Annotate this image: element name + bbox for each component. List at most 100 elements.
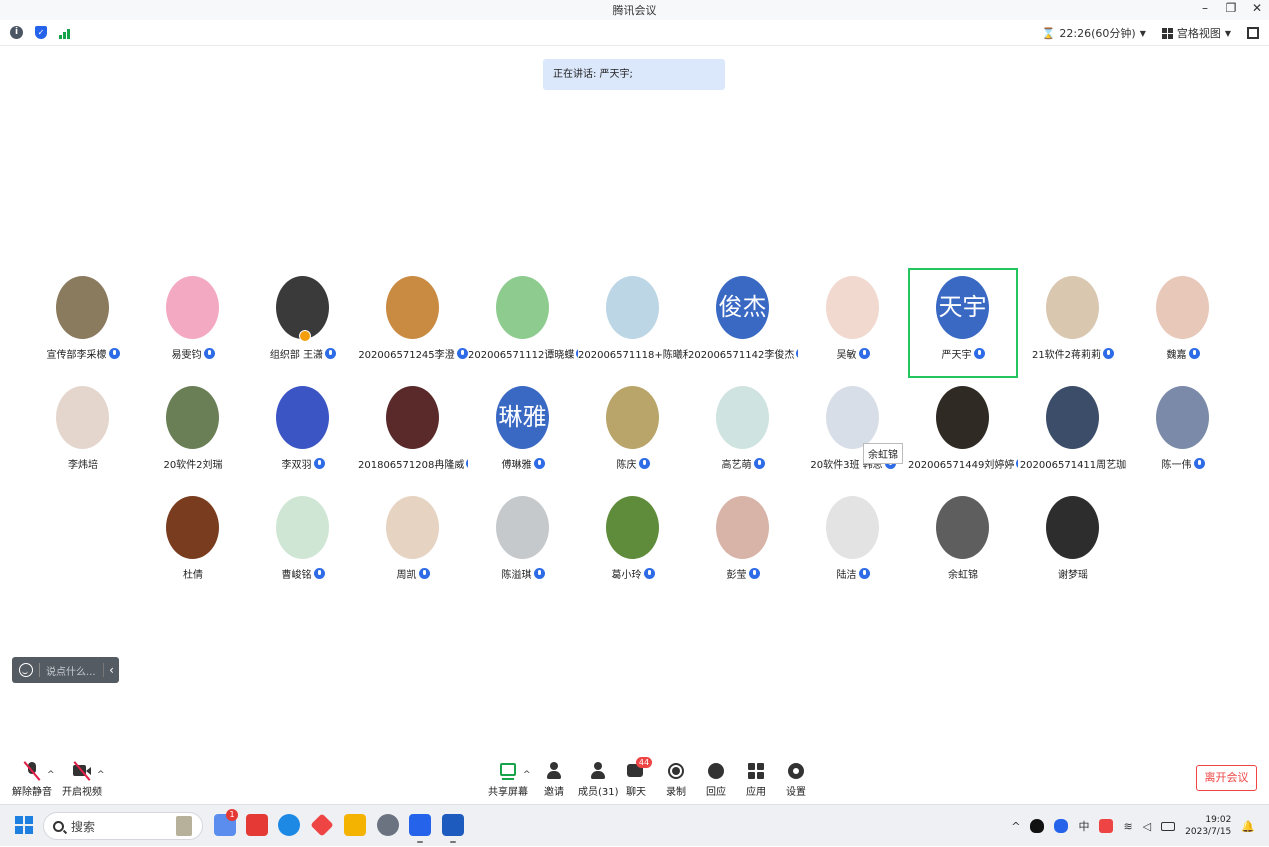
chevron-up-icon[interactable]: ^ xyxy=(47,770,55,780)
participant-tile[interactable]: 20软件2刘瑞 xyxy=(138,378,248,488)
members-button[interactable]: 成员(31) xyxy=(578,761,619,798)
host-badge-icon xyxy=(299,330,311,342)
participant-tile[interactable]: 吴敏 xyxy=(798,268,908,378)
volume-icon[interactable]: ◁ xyxy=(1143,820,1151,833)
unmute-button[interactable]: 解除静音 xyxy=(12,761,52,798)
name-tooltip: 余虹锦 xyxy=(863,443,903,464)
participant-tile[interactable]: 宣传部李采檬 xyxy=(28,268,138,378)
chevron-up-icon[interactable]: ^ xyxy=(1011,820,1020,833)
mic-icon xyxy=(858,568,870,579)
settings-app-icon[interactable] xyxy=(377,814,399,836)
close-button[interactable]: ✕ xyxy=(1251,1,1263,15)
participant-tile[interactable]: 余虹锦 xyxy=(908,488,1018,598)
participant-tile[interactable]: 201806571208冉隆威 xyxy=(358,378,468,488)
participant-name-text: 魏嘉 xyxy=(1166,350,1187,361)
leave-meeting-button[interactable]: 离开会议 xyxy=(1196,765,1257,791)
participant-tile[interactable]: 谢梦瑶 xyxy=(1018,488,1128,598)
qq-icon[interactable] xyxy=(1030,819,1045,833)
participant-name: 魏嘉 xyxy=(1128,346,1238,361)
participant-name-text: 傅琳雅 xyxy=(501,460,532,471)
participant-name-text: 杜倩 xyxy=(183,570,203,581)
edge-browser-icon[interactable] xyxy=(278,814,300,836)
chevron-up-icon[interactable]: ^ xyxy=(97,770,105,780)
participant-tile[interactable]: 202006571118+陈曦和 xyxy=(578,268,688,378)
participant-tile[interactable]: 彭莹 xyxy=(688,488,798,598)
settings-button[interactable]: 设置 xyxy=(786,761,806,798)
participant-name: 李炜培 xyxy=(28,456,138,471)
ime-indicator[interactable]: 中 xyxy=(1078,818,1089,834)
participant-tile[interactable]: 魏嘉 xyxy=(1128,268,1238,378)
avatar xyxy=(276,386,329,449)
participant-tile[interactable]: 202006571449刘婷婷 xyxy=(908,378,1018,488)
participant-tile[interactable]: 俊杰 202006571142李俊杰 xyxy=(688,268,798,378)
word-app-icon[interactable] xyxy=(442,814,464,843)
participant-name-text: 周凯 xyxy=(396,570,417,581)
participant-tile[interactable]: 高艺萌 xyxy=(688,378,798,488)
file-explorer-icon[interactable] xyxy=(344,814,366,836)
info-icon[interactable]: i xyxy=(10,26,23,39)
reaction-button[interactable]: 回应 xyxy=(706,761,726,798)
fullscreen-icon[interactable] xyxy=(1247,27,1259,39)
avatar xyxy=(1046,386,1099,449)
notification-bell-icon[interactable]: 🔔 xyxy=(1241,820,1255,833)
participant-tile[interactable]: 周凯 xyxy=(358,488,468,598)
participant-tile[interactable]: 琳雅 傅琳雅 xyxy=(468,378,578,488)
wps-app-icon[interactable] xyxy=(246,814,268,836)
emoji-icon[interactable] xyxy=(19,663,33,677)
participant-tile[interactable]: 陈庆 xyxy=(578,378,688,488)
taskbar-search[interactable]: 搜索 xyxy=(43,812,203,840)
record-button[interactable]: 录制 xyxy=(666,761,686,798)
chevron-up-icon[interactable]: ^ xyxy=(523,770,531,780)
chat-badge: 44 xyxy=(636,757,652,768)
avatar xyxy=(276,496,329,559)
signal-icon[interactable] xyxy=(59,27,70,39)
minimize-button[interactable]: – xyxy=(1199,1,1211,15)
shield-icon[interactable]: ✓ xyxy=(35,26,47,39)
participant-tile[interactable]: 曹峻铭 xyxy=(248,488,358,598)
participant-tile[interactable]: 20软件3班 韩思 xyxy=(798,378,908,488)
widgets-app-icon[interactable]: 1 xyxy=(214,809,238,836)
view-mode-dropdown[interactable]: 宫格视图 ▼ xyxy=(1161,25,1231,41)
participant-name: 陈一伟 xyxy=(1128,456,1238,471)
avatar xyxy=(1156,276,1209,339)
share-screen-button[interactable]: 共享屏幕 xyxy=(488,761,528,798)
chat-input-box[interactable]: 说点什么... ‹ xyxy=(12,657,119,683)
restore-button[interactable]: ❐ xyxy=(1225,1,1237,15)
red-app-icon[interactable] xyxy=(310,813,334,837)
participant-tile[interactable]: 21软件2蒋莉莉 xyxy=(1018,268,1128,378)
participant-tile[interactable]: 李双羽 xyxy=(248,378,358,488)
participant-tile[interactable]: 李炜培 xyxy=(28,378,138,488)
invite-button[interactable]: 邀请 xyxy=(544,761,564,798)
chat-button[interactable]: 44 聊天 xyxy=(626,757,652,798)
mic-icon xyxy=(638,458,650,469)
avatar xyxy=(1156,386,1209,449)
participant-tile[interactable]: 陆洁 xyxy=(798,488,908,598)
participant-tile[interactable]: 202006571411周艺珈 xyxy=(1018,378,1128,488)
participant-tile[interactable]: 202006571245李澄 xyxy=(358,268,468,378)
participant-tile[interactable]: 陈一伟 xyxy=(1128,378,1238,488)
participant-tile[interactable]: 葛小玲 xyxy=(578,488,688,598)
participant-tile[interactable]: 杜倩 xyxy=(138,488,248,598)
start-video-button[interactable]: 开启视频 xyxy=(62,761,102,798)
system-clock[interactable]: 19:02 2023/7/15 xyxy=(1185,814,1231,838)
clock-time: 19:02 xyxy=(1205,815,1232,825)
participant-name-text: 余虹锦 xyxy=(948,570,978,581)
battery-icon[interactable] xyxy=(1161,821,1176,831)
participant-name-text: 严天宇 xyxy=(941,350,972,361)
chevron-down-icon: ▼ xyxy=(1139,28,1146,38)
participant-tile[interactable]: 陈溢琪 xyxy=(468,488,578,598)
chat-input[interactable]: 说点什么... xyxy=(46,663,103,678)
meeting-timer[interactable]: ⌛ 22:26(60分钟) ▼ xyxy=(1042,25,1146,41)
wifi-icon[interactable]: ≋ xyxy=(1123,820,1132,833)
participant-tile[interactable]: 202006571112谭晓蝶 xyxy=(468,268,578,378)
participant-tile[interactable]: 组织部 王潇 xyxy=(248,268,358,378)
tencent-meeting-app-icon[interactable] xyxy=(409,814,431,843)
windows-start-icon[interactable] xyxy=(15,816,33,834)
participant-tile[interactable]: 易雯钧 xyxy=(138,268,248,378)
avatar xyxy=(716,386,769,449)
participant-tile[interactable]: 天宇 严天宇 xyxy=(908,268,1018,378)
microphone-icon[interactable] xyxy=(1054,819,1069,833)
apps-button[interactable]: 应用 xyxy=(746,761,766,798)
sogou-input-icon[interactable] xyxy=(1099,819,1114,833)
chevron-left-icon[interactable]: ‹ xyxy=(103,663,119,677)
